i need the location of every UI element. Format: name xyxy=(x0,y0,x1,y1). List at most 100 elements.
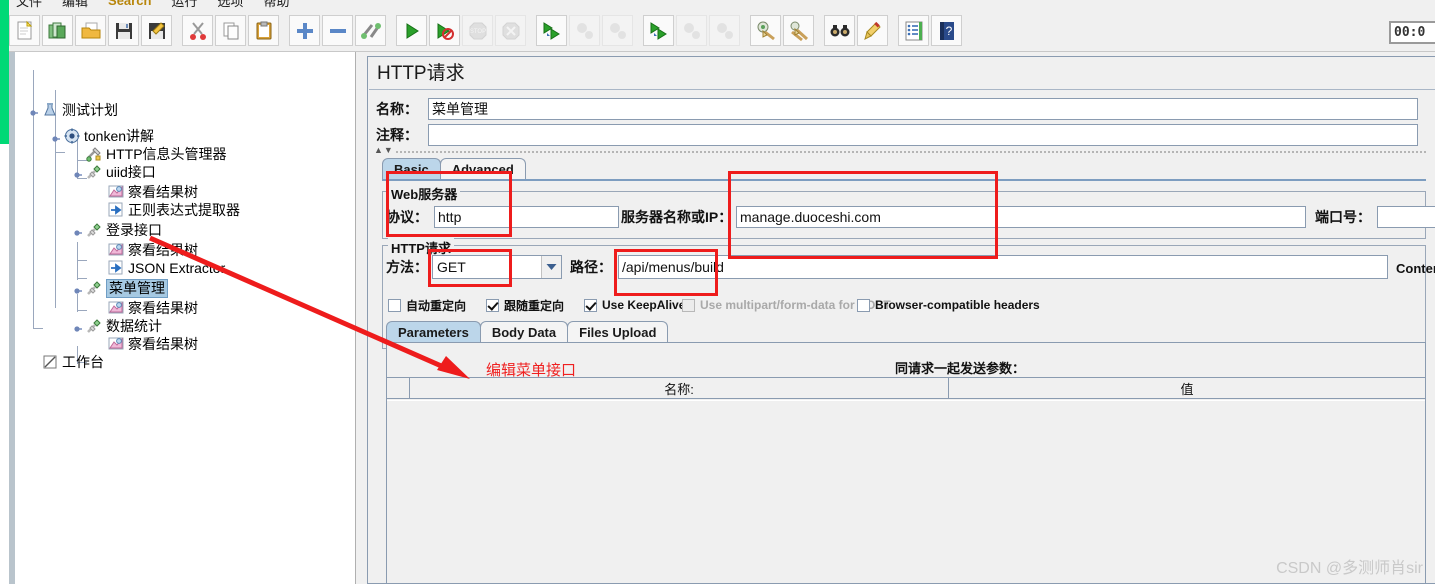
save-icon[interactable] xyxy=(108,15,139,46)
copy-icon[interactable] xyxy=(215,15,246,46)
toolbar-group-remote xyxy=(535,15,634,46)
tree-expand-handle[interactable] xyxy=(73,225,82,236)
tree-node-workbench[interactable]: 工作台 xyxy=(41,352,104,372)
tree-node-view-results[interactable]: 察看结果树 xyxy=(107,240,198,260)
path-row: 路径： /api/menus/build xyxy=(570,255,1388,279)
templates-icon[interactable] xyxy=(42,15,73,46)
tree-node-thread-group[interactable]: tonken讲解 xyxy=(63,126,154,146)
stop-icon: STOP xyxy=(462,15,493,46)
tab-advanced[interactable]: Advanced xyxy=(439,158,526,180)
save-as-icon[interactable] xyxy=(141,15,172,46)
clear-all-icon[interactable] xyxy=(783,15,814,46)
new-test-plan-icon[interactable] xyxy=(9,15,40,46)
expand-all-icon[interactable] xyxy=(289,15,320,46)
checkbox-box[interactable] xyxy=(388,298,401,312)
params-table-header: 名称: 值 xyxy=(387,377,1425,399)
chevron-down-icon[interactable] xyxy=(541,256,561,278)
clear-icon[interactable] xyxy=(750,15,781,46)
remote-start-all-icon[interactable] xyxy=(643,15,674,46)
start-no-pauses-icon[interactable] xyxy=(429,15,460,46)
checkbox-label: Use KeepAlive xyxy=(602,298,686,312)
tree-node-label-selected: 菜单管理 xyxy=(106,278,168,298)
port-input[interactable] xyxy=(1377,206,1435,228)
checkbox-label: 跟随重定向 xyxy=(504,298,565,313)
tree-node-test-plan[interactable]: 测试计划 xyxy=(41,100,118,120)
tab-files-upload[interactable]: Files Upload xyxy=(567,321,669,343)
tree-node-http-sampler-uiid[interactable]: uiid接口 xyxy=(85,162,156,182)
menu-item-help[interactable]: 帮助 xyxy=(253,0,299,11)
cut-icon[interactable] xyxy=(182,15,213,46)
tree-node-view-results[interactable]: 察看结果树 xyxy=(107,182,198,202)
open-icon[interactable] xyxy=(75,15,106,46)
checkbox-box[interactable] xyxy=(486,298,499,312)
toolbar-group-run: STOP xyxy=(395,15,527,46)
checkbox-box[interactable] xyxy=(857,298,870,312)
toolbar-group-clear xyxy=(749,15,815,46)
search-icon[interactable] xyxy=(824,15,855,46)
tree-expand-handle[interactable] xyxy=(51,131,60,142)
tree-node-view-results[interactable]: 察看结果树 xyxy=(107,334,198,354)
tab-underline xyxy=(382,179,1426,181)
params-tabstrip: Parameters Body Data Files Upload xyxy=(386,320,669,343)
comment-input[interactable] xyxy=(428,124,1418,146)
tree-line xyxy=(77,310,87,311)
tree-node-http-sampler-stats[interactable]: 数据统计 xyxy=(85,316,162,336)
name-input[interactable]: 菜单管理 xyxy=(428,98,1418,120)
params-table-body[interactable] xyxy=(387,400,1425,583)
port-row: 端口号： xyxy=(1315,205,1435,229)
tree-expand-handle[interactable] xyxy=(29,105,38,116)
menu-item-search[interactable]: Search xyxy=(98,0,161,9)
tree-node-regex-extractor[interactable]: 正则表达式提取器 xyxy=(107,200,240,220)
params-col-select xyxy=(387,378,410,398)
help-icon[interactable]: ? xyxy=(931,15,962,46)
tab-basic[interactable]: Basic xyxy=(382,158,441,180)
menu-bar: 文件 编辑 Search 运行 选项 帮助 xyxy=(0,0,1435,10)
splitter-arrows-icon[interactable]: ▲▼ xyxy=(374,145,394,155)
menu-item-file[interactable]: 文件 xyxy=(6,0,52,11)
function-helper-icon[interactable] xyxy=(898,15,929,46)
tree-expand-handle[interactable] xyxy=(73,283,82,294)
toolbar-group-clipboard xyxy=(181,15,280,46)
clear-search-icon[interactable] xyxy=(857,15,888,46)
tree-expand-handle[interactable] xyxy=(73,321,82,332)
start-icon[interactable] xyxy=(396,15,427,46)
paste-icon[interactable] xyxy=(248,15,279,46)
menu-item-options[interactable]: 选项 xyxy=(207,0,253,11)
checkbox-label: 自动重定向 xyxy=(406,298,467,313)
test-plan-tree[interactable]: 测试计划 tonken讲解 HTTP信息头管理器 uiid接口 察看结果树 正则… xyxy=(0,52,356,584)
checkbox-auto-redirect[interactable]: 自动重定向 xyxy=(388,296,466,314)
tree-node-label: 察看结果树 xyxy=(128,183,198,200)
tree-node-view-results[interactable]: 察看结果树 xyxy=(107,298,198,318)
checkbox-browser-compatible-headers[interactable]: Browser-compatible headers xyxy=(857,296,1040,314)
tree-node-header-manager[interactable]: HTTP信息头管理器 xyxy=(85,144,227,164)
name-label: 名称： xyxy=(376,101,418,117)
servername-input[interactable]: manage.duoceshi.com xyxy=(736,206,1306,228)
view-results-icon xyxy=(107,300,124,317)
checkbox-follow-redirect[interactable]: 跟随重定向 xyxy=(486,296,564,314)
tree-node-http-sampler-login[interactable]: 登录接口 xyxy=(85,220,162,240)
method-select[interactable]: GET xyxy=(432,255,562,279)
tree-node-label: 察看结果树 xyxy=(128,241,198,258)
tree-node-json-extractor[interactable]: JSON Extractor xyxy=(107,258,225,278)
view-results-icon xyxy=(107,336,124,353)
toolbar-group-remote-all xyxy=(642,15,741,46)
menu-item-run[interactable]: 运行 xyxy=(161,0,207,11)
remote-start-icon[interactable] xyxy=(536,15,567,46)
tree-node-http-sampler-menu[interactable]: 菜单管理 xyxy=(85,278,168,298)
tree-node-label: 正则表达式提取器 xyxy=(128,201,240,218)
tree-line xyxy=(55,90,56,308)
tree-node-label: uiid接口 xyxy=(106,163,156,180)
tab-body-data[interactable]: Body Data xyxy=(479,321,569,343)
mode-tabstrip: Basic Advanced xyxy=(382,157,526,180)
protocol-input[interactable]: http xyxy=(434,206,619,228)
tree-line xyxy=(33,328,43,329)
path-input[interactable]: /api/menus/build xyxy=(618,255,1388,279)
menu-item-edit[interactable]: 编辑 xyxy=(52,0,98,11)
tree-expand-handle[interactable] xyxy=(73,167,82,178)
tree-node-label: HTTP信息头管理器 xyxy=(106,145,227,162)
checkbox-use-keepalive[interactable]: Use KeepAlive xyxy=(584,296,685,314)
collapse-all-icon[interactable] xyxy=(322,15,353,46)
tab-parameters[interactable]: Parameters xyxy=(386,321,481,343)
toggle-icon[interactable] xyxy=(355,15,386,46)
checkbox-box[interactable] xyxy=(584,298,597,312)
